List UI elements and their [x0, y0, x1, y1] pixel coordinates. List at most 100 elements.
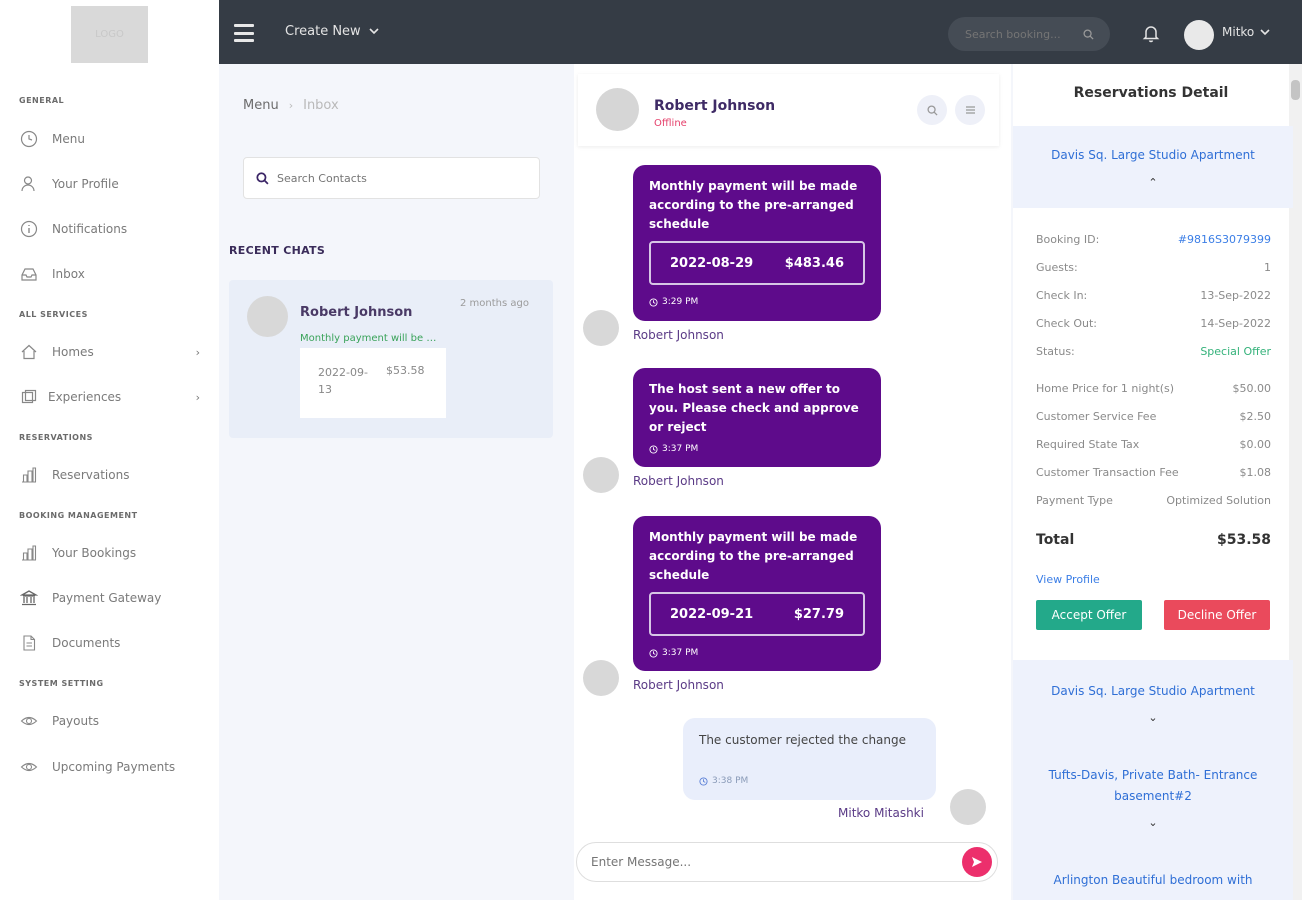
document-icon	[23, 635, 36, 651]
section-booking-management: BOOKING MANAGEMENT	[19, 511, 138, 520]
conversation-contact-name: Robert Johnson	[654, 98, 776, 114]
conversation-search-button[interactable]	[917, 95, 947, 125]
apartment-name[interactable]: Davis Sq. Large Studio Apartment	[1023, 145, 1283, 166]
sidebar-item-payment-gateway[interactable]: Payment Gateway	[20, 585, 200, 611]
detail-label: Customer Transaction Fee	[1036, 466, 1179, 479]
apartment-name[interactable]: Davis Sq. Large Studio Apartment	[1023, 681, 1283, 702]
message-bubble: Monthly payment will be made according t…	[633, 516, 881, 671]
message-time: 3:38 PM	[699, 772, 748, 791]
contact-search	[243, 157, 540, 199]
sidebar-label: Payment Gateway	[52, 591, 162, 605]
hamburger-menu-icon[interactable]	[234, 24, 254, 42]
eye-icon	[20, 762, 38, 772]
detail-row-service-fee: Customer Service Fee $2.50	[1036, 410, 1271, 423]
section-reservations: RESERVATIONS	[19, 433, 93, 442]
booking-search	[948, 17, 1110, 51]
send-button[interactable]	[962, 847, 992, 877]
offer-date: 2022-09-21	[670, 606, 754, 622]
message-sender: Robert Johnson	[633, 474, 724, 488]
search-icon	[256, 171, 269, 185]
chat-timestamp: 2 months ago	[460, 298, 529, 309]
detail-row-check-in: Check In: 13-Sep-2022	[1036, 289, 1271, 302]
message-time: 3:37 PM	[649, 644, 698, 663]
sidebar-label: Upcoming Payments	[52, 760, 176, 774]
sidebar-item-inbox[interactable]: Inbox	[20, 261, 200, 287]
chevron-down-icon	[369, 28, 379, 35]
chevron-right-icon: ›	[195, 390, 200, 404]
apartment-name[interactable]: Tufts-Davis, Private Bath- Entrance base…	[1023, 765, 1283, 807]
menu-icon	[965, 106, 975, 114]
message-time: 3:29 PM	[649, 293, 698, 312]
conversation-menu-button[interactable]	[955, 95, 985, 125]
sidebar-item-documents[interactable]: Documents	[20, 630, 200, 656]
sidebar-label: Reservations	[52, 468, 130, 482]
building-icon	[22, 545, 37, 561]
sidebar-label: Experiences	[48, 390, 122, 404]
sidebar-item-payouts[interactable]: Payouts	[20, 708, 200, 734]
user-menu[interactable]: Mitko	[1222, 25, 1270, 39]
sidebar-item-menu[interactable]: Menu	[20, 126, 200, 152]
user-avatar[interactable]	[1184, 20, 1214, 50]
offer-date: 2022-08-29	[670, 255, 754, 271]
sidebar-label: Menu	[52, 132, 85, 146]
apartment-card-expanded[interactable]	[1013, 126, 1293, 208]
sidebar-label: Homes	[52, 345, 94, 359]
accept-offer-button[interactable]: Accept Offer	[1036, 600, 1142, 630]
sidebar-item-experiences[interactable]: Experiences ›	[20, 384, 200, 410]
offer-amount: $483.46	[784, 255, 844, 271]
message-text: Monthly payment will be made according t…	[649, 179, 858, 231]
sidebar-item-homes[interactable]: Homes ›	[20, 339, 200, 365]
search-icon[interactable]	[1083, 28, 1094, 40]
message-time: 3:37 PM	[649, 440, 698, 459]
chat-offer-card: 2022-09- 13 $53.58	[300, 348, 446, 418]
detail-row-transaction-fee: Customer Transaction Fee $1.08	[1036, 466, 1271, 479]
section-general: GENERAL	[19, 96, 65, 105]
chevron-up-icon[interactable]: ⌃	[1023, 176, 1283, 189]
scrollbar-thumb[interactable]	[1291, 80, 1300, 100]
bank-icon	[20, 590, 38, 606]
status-badge: Special Offer	[1200, 345, 1271, 358]
detail-value: 14-Sep-2022	[1200, 317, 1271, 330]
chat-offer-amount: $53.58	[386, 364, 425, 377]
building-icon	[22, 467, 37, 483]
decline-offer-button[interactable]: Decline Offer	[1164, 600, 1270, 630]
logo[interactable]: LOGO	[71, 6, 148, 63]
sidebar-item-bookings[interactable]: Your Bookings	[20, 540, 200, 566]
user-icon	[21, 176, 35, 192]
avatar	[596, 88, 639, 131]
sidebar-item-profile[interactable]: Your Profile	[20, 171, 200, 197]
create-new-dropdown[interactable]: Create New	[285, 24, 379, 39]
avatar	[583, 660, 619, 696]
breadcrumb-menu[interactable]: Menu	[243, 98, 279, 113]
message-text: The host sent a new offer to you. Please…	[649, 382, 859, 434]
detail-value: $50.00	[1232, 382, 1272, 395]
clock-icon	[649, 298, 658, 307]
detail-row-booking-id: Booking ID: #9816S3079399	[1036, 233, 1271, 246]
message-input[interactable]	[591, 855, 962, 869]
chat-offer-date-line2: 13	[318, 383, 332, 396]
detail-label: Check In:	[1036, 289, 1088, 302]
view-profile-link[interactable]: View Profile	[1036, 573, 1100, 586]
search-icon	[926, 104, 938, 116]
home-icon	[21, 344, 37, 360]
chat-offer-date-line1: 2022-09-	[318, 366, 368, 379]
detail-value[interactable]: #9816S3079399	[1178, 233, 1271, 246]
detail-label: Customer Service Fee	[1036, 410, 1157, 423]
sidebar-item-notifications[interactable]: Notifications	[20, 216, 200, 242]
booking-search-input[interactable]	[965, 27, 1083, 41]
message-time-text: 3:37 PM	[662, 444, 699, 454]
sidebar-item-upcoming-payments[interactable]: Upcoming Payments	[20, 754, 210, 780]
reservation-details-body	[1013, 208, 1289, 658]
sidebar-item-reservations[interactable]: Reservations	[20, 462, 200, 488]
offer-box: 2022-08-29 $483.46	[649, 241, 865, 285]
apartment-name[interactable]: Arlington Beautiful bedroom with	[1023, 870, 1283, 891]
chevron-down-icon[interactable]: ⌄	[1023, 711, 1283, 724]
detail-value: $2.50	[1239, 410, 1272, 423]
bell-icon[interactable]	[1141, 23, 1161, 43]
chat-preview: Monthly payment will be made according t…	[300, 333, 445, 344]
contact-search-input[interactable]	[277, 171, 527, 185]
chevron-down-icon[interactable]: ⌄	[1023, 816, 1283, 829]
total-value: $53.58	[1216, 532, 1271, 548]
sidebar-label: Your Profile	[52, 177, 119, 191]
detail-value: $1.08	[1239, 466, 1272, 479]
